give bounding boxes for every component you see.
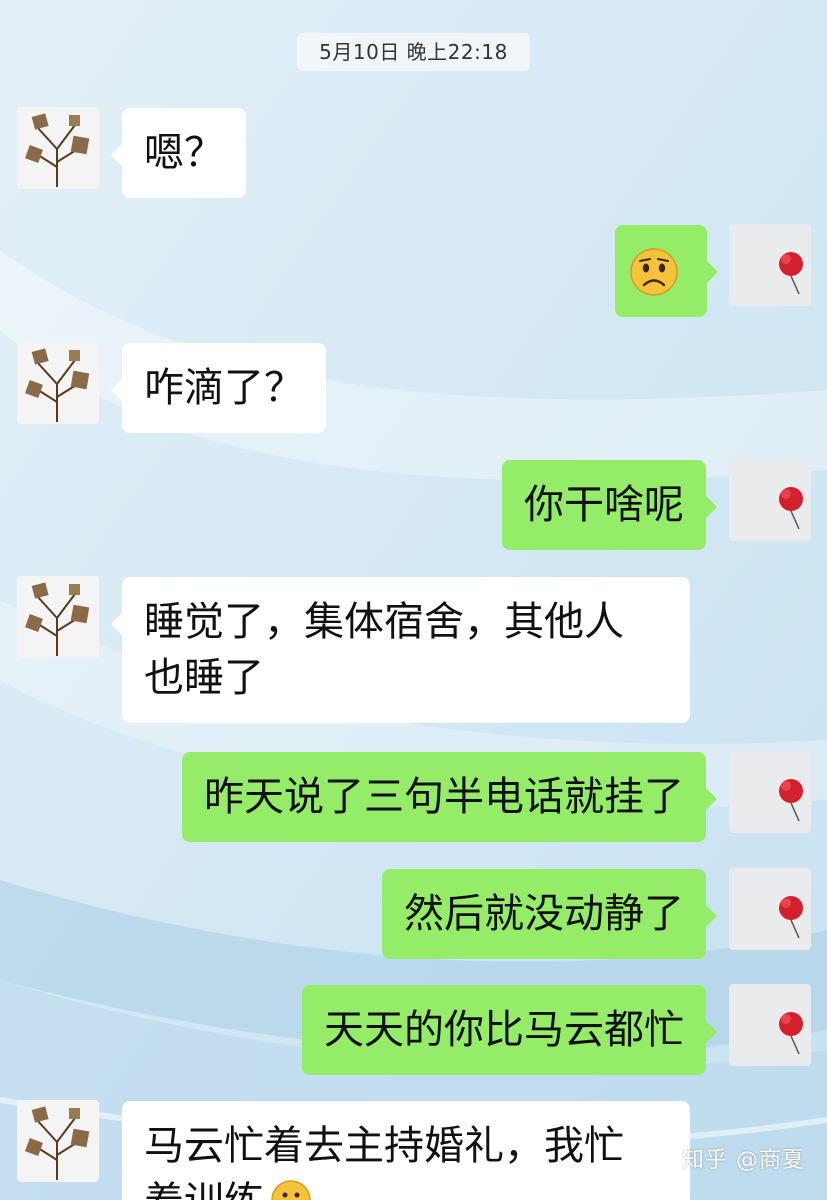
cotton-branch-icon [17, 576, 99, 658]
message-text-line: 睡觉了，集体宿舍，其他人 [144, 599, 624, 645]
message-received[interactable]: 睡觉了，集体宿舍，其他人 也睡了 [111, 577, 690, 723]
contact-avatar[interactable] [17, 576, 99, 658]
message-text: 天天的你比马云都忙 [324, 1007, 684, 1053]
red-flower-icon [729, 459, 811, 541]
red-flower-icon [729, 224, 811, 306]
my-avatar[interactable] [729, 868, 811, 950]
message-received[interactable]: 马云忙着去主持婚礼，我忙 着训练 [122, 1101, 690, 1200]
my-avatar[interactable] [729, 751, 811, 833]
red-flower-icon [729, 984, 811, 1066]
message-text: 然后就没动静了 [404, 891, 684, 937]
message-text-line: 马云忙着去主持婚礼，我忙 [144, 1123, 624, 1169]
message-text: 你干啥呢 [524, 482, 684, 528]
contact-avatar[interactable] [17, 342, 99, 424]
my-avatar[interactable] [729, 224, 811, 306]
watermark: 知乎 @商夏 [682, 1148, 805, 1173]
message-sent[interactable]: 你干啥呢 [502, 460, 717, 550]
message-text: 咋滴了？ [144, 365, 304, 411]
message-text: 嗯？ [144, 130, 224, 176]
message-text-line: 也睡了 [144, 655, 264, 701]
message-sent[interactable]: 昨天说了三句半电话就挂了 [182, 752, 717, 842]
contact-avatar[interactable] [17, 1100, 99, 1182]
grinning-face-icon [271, 1180, 311, 1200]
frowning-face-icon [630, 248, 678, 296]
chat-timestamp: 5月10日 晚上22:18 [297, 33, 530, 71]
message-text: 昨天说了三句半电话就挂了 [204, 774, 684, 820]
my-avatar[interactable] [729, 459, 811, 541]
message-received[interactable]: 咋滴了？ [111, 343, 326, 433]
cotton-branch-icon [17, 1100, 99, 1182]
cotton-branch-icon [17, 342, 99, 424]
message-sent[interactable] [615, 225, 718, 317]
red-flower-icon [729, 868, 811, 950]
red-flower-icon [729, 751, 811, 833]
message-text-line: 着训练 [144, 1174, 668, 1200]
my-avatar[interactable] [729, 984, 811, 1066]
message-sent[interactable]: 然后就没动静了 [382, 869, 717, 959]
cotton-branch-icon [17, 107, 99, 189]
message-sent[interactable]: 天天的你比马云都忙 [302, 985, 717, 1075]
message-received[interactable]: 嗯？ [111, 108, 246, 198]
contact-avatar[interactable] [17, 107, 99, 189]
